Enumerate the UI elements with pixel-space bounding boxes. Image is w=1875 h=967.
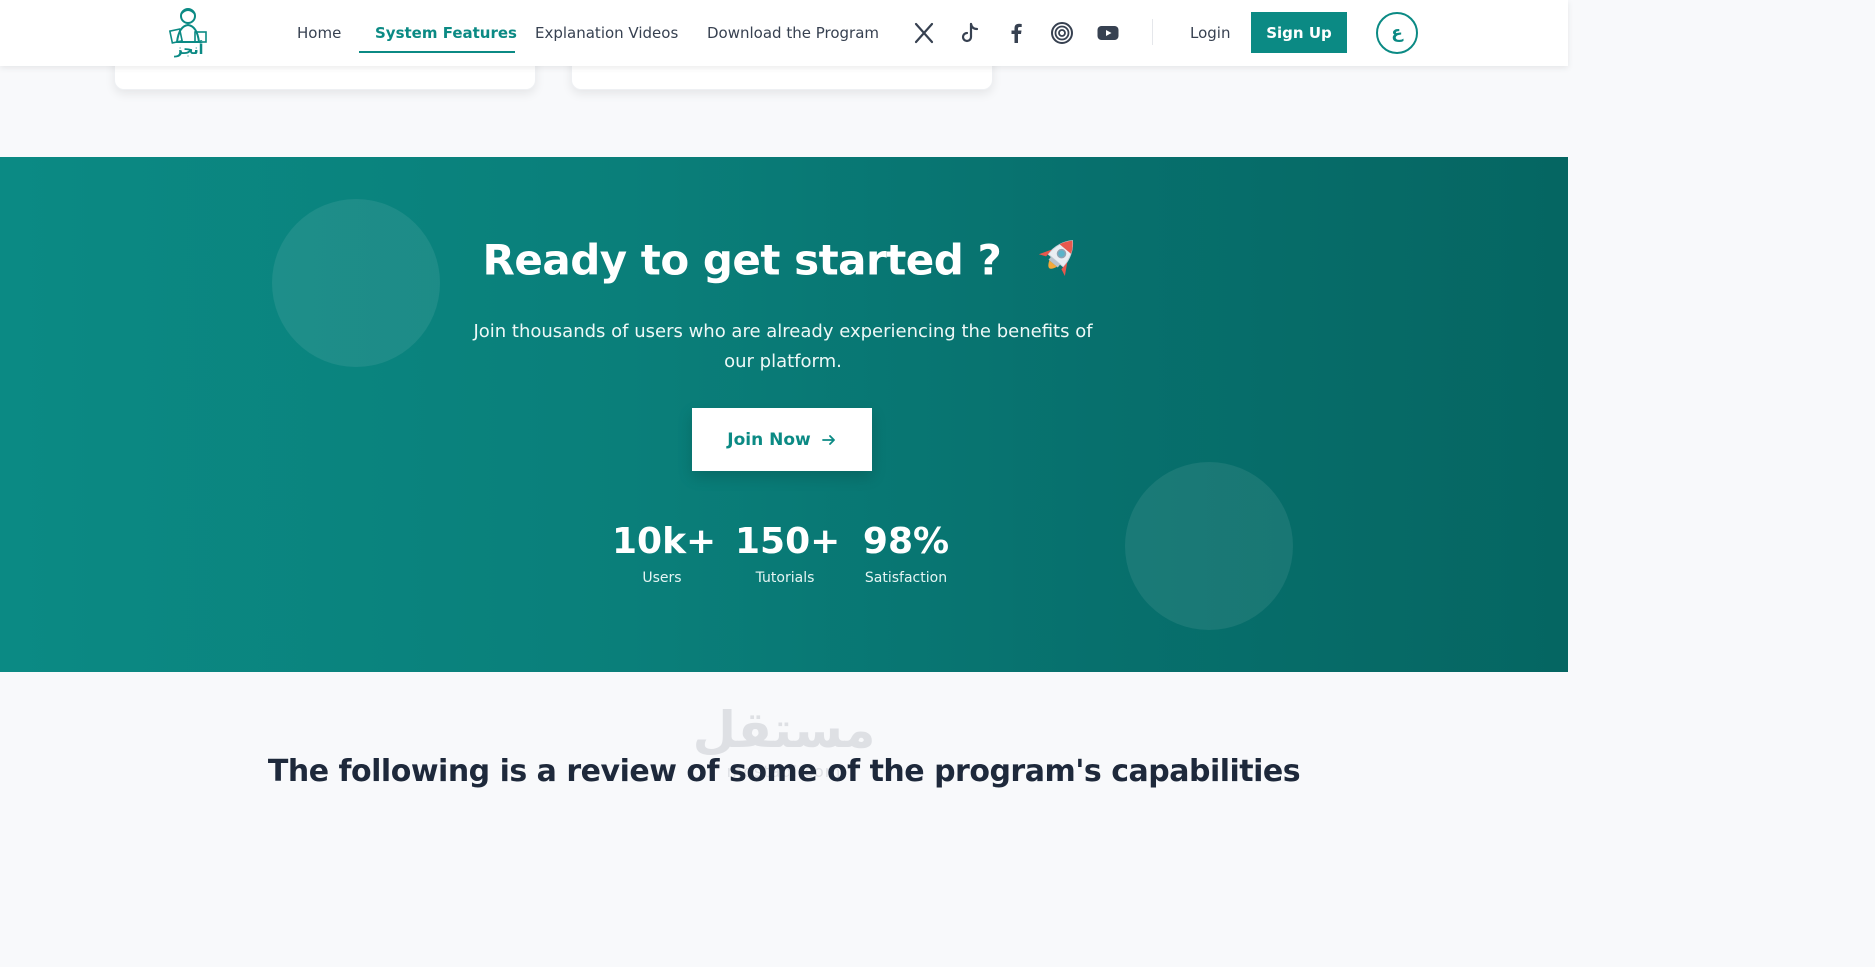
join-now-button[interactable]: Join Now (692, 408, 872, 471)
logo[interactable]: أنجز (163, 4, 215, 62)
sign-up-button[interactable]: Sign Up (1251, 12, 1347, 53)
stat-label: Tutorials (755, 570, 815, 586)
youtube-icon[interactable] (1096, 21, 1120, 45)
nav-explanation-videos[interactable]: Explanation Videos (535, 24, 678, 42)
arrow-right-icon (821, 434, 835, 445)
cta-title-text: Ready to get started ? (482, 235, 1002, 285)
join-now-label: Join Now (727, 429, 811, 450)
header-divider (1152, 19, 1153, 45)
decorative-circle (1125, 462, 1293, 630)
section-title: The following is a review of some of the… (267, 754, 1301, 789)
cta-title: Ready to get started ? (0, 235, 1568, 291)
stat-value: 150+ (735, 521, 841, 562)
cta-subtitle: Join thousands of users who are already … (473, 321, 1093, 372)
stat-users: 10k+ Users (612, 520, 717, 586)
watermark-text: مستقل (692, 701, 876, 759)
stat-satisfaction: 98% Satisfaction (856, 520, 956, 586)
x-icon[interactable] (912, 21, 936, 45)
site-header: أنجز Home System Features Explanation Vi… (0, 0, 1568, 66)
login-link[interactable]: Login (1190, 24, 1230, 42)
language-toggle[interactable]: ع (1376, 12, 1418, 54)
stat-label: Users (642, 570, 682, 586)
cta-section: Ready to get started ? Join thousands of… (0, 157, 1568, 672)
tiktok-icon[interactable] (958, 21, 982, 45)
stat-tutorials: 150+ Tutorials (735, 520, 841, 586)
logo-text: أنجز (174, 42, 204, 58)
rocket-icon (1029, 231, 1085, 287)
nav-home[interactable]: Home (297, 24, 341, 42)
stat-value: 98% (862, 521, 950, 562)
facebook-icon[interactable] (1004, 21, 1028, 45)
stat-label: Satisfaction (864, 570, 948, 586)
stat-value: 10k+ (612, 521, 717, 562)
threads-icon[interactable] (1050, 21, 1074, 45)
nav-system-features[interactable]: System Features (375, 24, 517, 42)
active-nav-indicator (359, 51, 515, 53)
nav-download-program[interactable]: Download the Program (707, 24, 879, 42)
